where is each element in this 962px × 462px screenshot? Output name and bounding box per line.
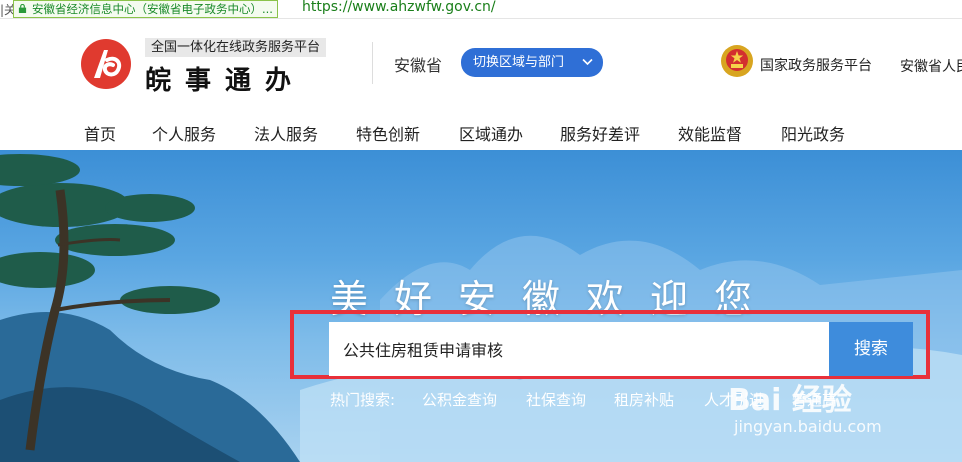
nav-item-featured[interactable]: 特色创新 xyxy=(356,121,420,145)
hot-search-item[interactable]: 租房补贴 xyxy=(614,389,674,410)
chevron-down-icon xyxy=(582,58,593,66)
logo-icon[interactable] xyxy=(80,38,132,90)
nav-item-home[interactable]: 首页 xyxy=(84,121,116,145)
current-province: 安徽省 xyxy=(394,56,443,75)
site-identity-badge[interactable]: 安徽省经济信息中心（安徽省电子政务中心）... xyxy=(13,0,278,18)
hot-search-label: 热门搜索: xyxy=(330,391,396,409)
site-brand[interactable]: 皖事通办 xyxy=(145,60,305,97)
nav-item-supervision[interactable]: 效能监督 xyxy=(678,121,742,145)
nav-item-legal-person[interactable]: 法人服务 xyxy=(254,121,318,145)
hero-banner: 美好安徽欢迎您 搜索 热门搜索: 公积金查询 社保查询 租房补贴 人才引进 普通… xyxy=(0,150,962,462)
lock-icon xyxy=(18,4,27,13)
nav-item-regional[interactable]: 区域通办 xyxy=(459,121,523,145)
search-button[interactable]: 搜索 xyxy=(829,322,913,376)
nav-item-open-gov[interactable]: 阳光政务 xyxy=(781,121,845,145)
province-gov-link[interactable]: 安徽省人民 xyxy=(900,56,962,76)
platform-tag: 全国一体化在线政务服务平台 xyxy=(145,38,327,57)
header-divider xyxy=(372,42,373,84)
site-identity-text: 安徽省经济信息中心（安徽省电子政务中心）... xyxy=(32,2,273,16)
hot-search-item[interactable]: 公积金查询 xyxy=(422,389,497,410)
switch-region-button[interactable]: 切换区域与部门 xyxy=(461,48,603,77)
browser-address-bar[interactable]: |关 安徽省经济信息中心（安徽省电子政务中心）... https://www.a… xyxy=(0,0,962,19)
watermark-brand: Bai 经验 xyxy=(728,383,852,418)
national-platform-link[interactable]: 国家政务服务平台 xyxy=(760,55,872,75)
url-text[interactable]: https://www.ahzwfw.gov.cn/ xyxy=(302,0,496,15)
watermark-domain: jingyan.baidu.com xyxy=(734,417,882,436)
switch-region-label: 切换区域与部门 xyxy=(473,55,565,70)
nav-item-personal[interactable]: 个人服务 xyxy=(152,121,216,145)
nav-item-service-rating[interactable]: 服务好差评 xyxy=(560,121,640,145)
search-input[interactable] xyxy=(329,322,829,376)
national-emblem-icon xyxy=(721,45,753,77)
hot-search-item[interactable]: 社保查询 xyxy=(526,389,586,410)
